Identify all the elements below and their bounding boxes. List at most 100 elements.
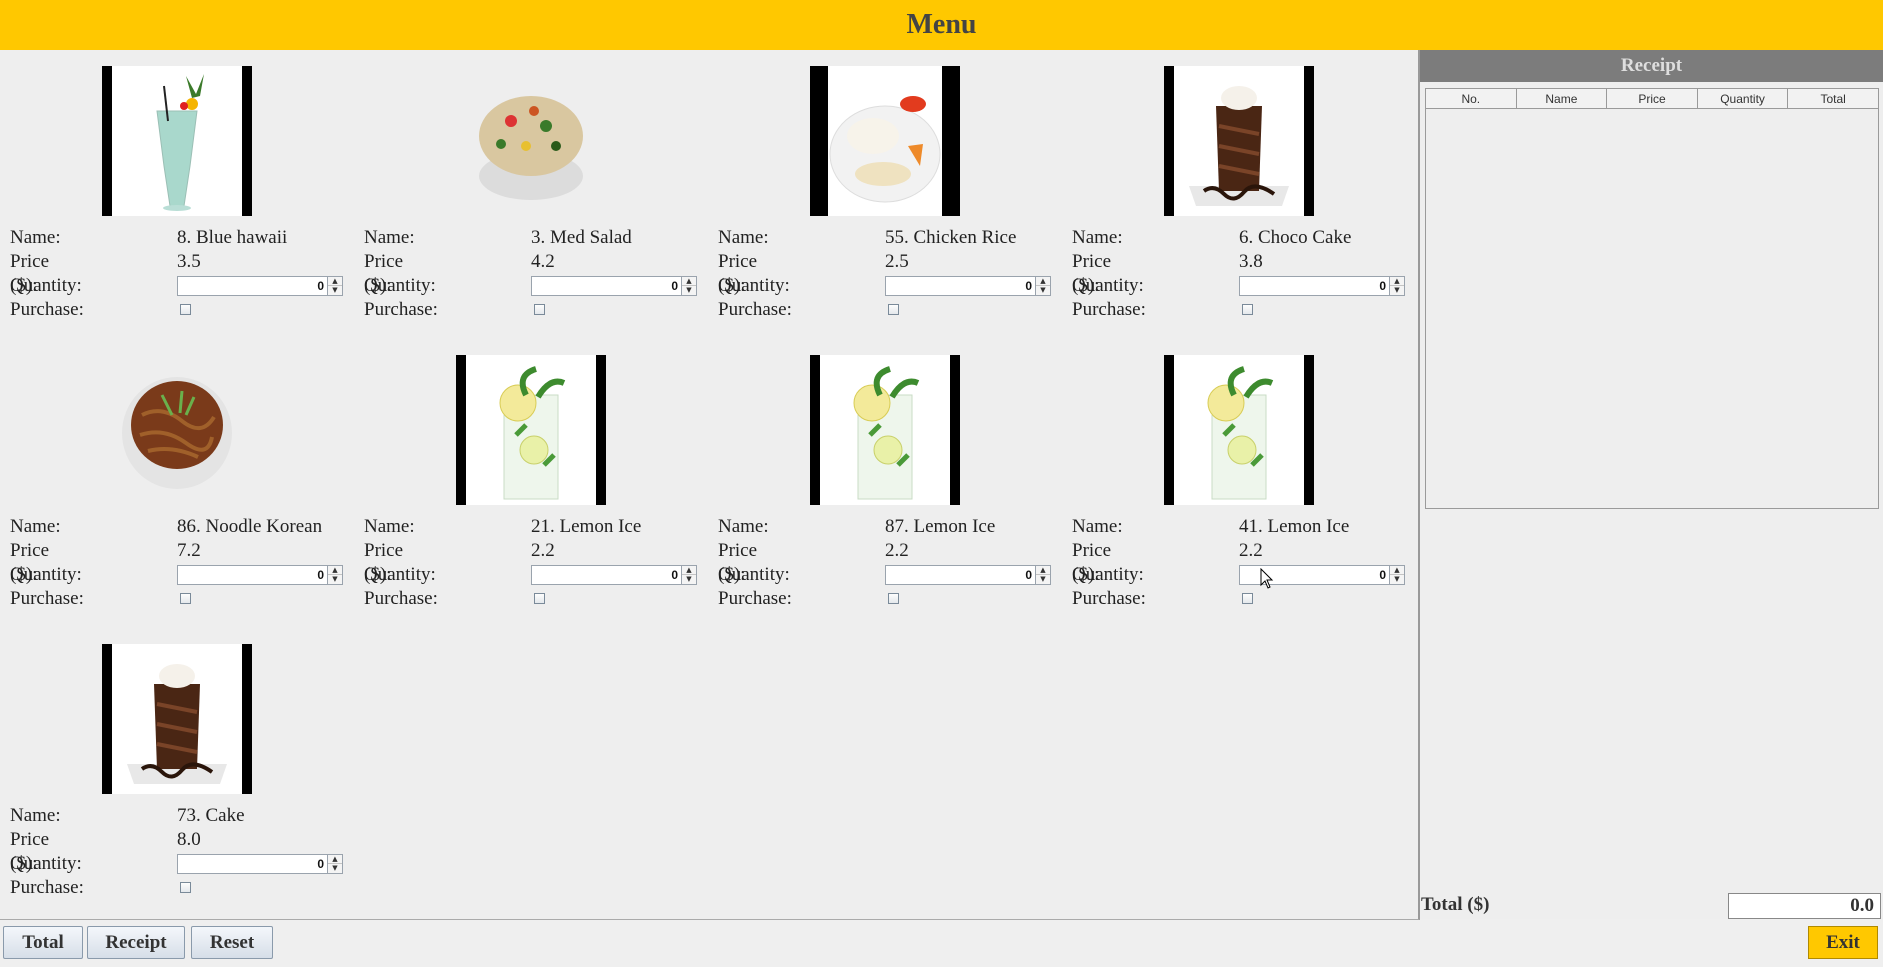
quantity-spinner[interactable]: 0 ▲ ▼ [531, 565, 697, 585]
purchase-checkbox[interactable] [888, 593, 899, 604]
chocolate-cake-slice-image [102, 644, 252, 794]
spinner-down-icon[interactable]: ▼ [328, 864, 342, 873]
purchase-checkbox[interactable] [180, 593, 191, 604]
menu-item: Name: 55. Chicken Rice Price ($): 2.5 Qu… [708, 50, 1062, 330]
item-name: 21. Lemon Ice [531, 516, 642, 537]
quantity-label: Quantity: [718, 564, 790, 585]
quantity-spinner[interactable]: 0 ▲ ▼ [177, 854, 343, 874]
menu-item: Name: 6. Choco Cake Price ($): 3.8 Quant… [1062, 50, 1416, 330]
purchase-checkbox[interactable] [180, 304, 191, 315]
menu-item: Name: 3. Med Salad Price ($): 4.2 Quanti… [354, 50, 708, 330]
purchase-checkbox[interactable] [1242, 304, 1253, 315]
menu-item: Name: 73. Cake Price ($): 8.0 Quantity: … [0, 628, 354, 908]
purchase-checkbox[interactable] [534, 304, 545, 315]
item-price: 2.2 [531, 540, 555, 561]
exit-button[interactable]: Exit [1808, 926, 1878, 959]
quantity-label: Quantity: [1072, 275, 1144, 296]
spinner-down-icon[interactable]: ▼ [1036, 575, 1050, 584]
spinner-down-icon[interactable]: ▼ [328, 575, 342, 584]
quantity-value[interactable]: 0 [1025, 566, 1032, 584]
name-label: Name: [1072, 516, 1123, 537]
purchase-checkbox[interactable] [888, 304, 899, 315]
quantity-value[interactable]: 0 [671, 277, 678, 295]
quantity-value[interactable]: 0 [671, 566, 678, 584]
mouse-cursor-icon [1260, 568, 1274, 589]
spinner-down-icon[interactable]: ▼ [328, 286, 342, 295]
spinner-up-icon[interactable]: ▲ [1036, 277, 1050, 286]
quantity-value[interactable]: 0 [1025, 277, 1032, 295]
item-name: 73. Cake [177, 805, 245, 826]
spinner-down-icon[interactable]: ▼ [1390, 286, 1404, 295]
column-header-price[interactable]: Price [1607, 89, 1698, 109]
quantity-value[interactable]: 0 [1379, 566, 1386, 584]
purchase-label: Purchase: [718, 299, 792, 320]
column-header-name[interactable]: Name [1516, 89, 1608, 109]
lemon-ice-drink-image [456, 355, 606, 505]
purchase-label: Purchase: [364, 299, 438, 320]
item-price: 2.2 [885, 540, 909, 561]
quantity-spinner[interactable]: 0 ▲ ▼ [885, 276, 1051, 296]
quantity-label: Quantity: [364, 564, 436, 585]
column-header-quantity[interactable]: Quantity [1697, 89, 1789, 109]
quantity-spinner[interactable]: 0 ▲ ▼ [1239, 276, 1405, 296]
spinner-down-icon[interactable]: ▼ [1036, 286, 1050, 295]
spinner-up-icon[interactable]: ▲ [1036, 566, 1050, 575]
total-button[interactable]: Total [3, 926, 83, 959]
column-header-no[interactable]: No. [1426, 89, 1517, 109]
reset-button[interactable]: Reset [191, 926, 273, 959]
receipt-button[interactable]: Receipt [87, 926, 185, 959]
name-label: Name: [718, 227, 769, 248]
receipt-table[interactable]: No. Name Price Quantity Total [1425, 88, 1879, 509]
spinner-up-icon[interactable]: ▲ [328, 566, 342, 575]
item-name: 55. Chicken Rice [885, 227, 1017, 248]
purchase-checkbox[interactable] [534, 593, 545, 604]
name-label: Name: [364, 227, 415, 248]
name-label: Name: [364, 516, 415, 537]
purchase-label: Purchase: [718, 588, 792, 609]
quantity-label: Quantity: [1072, 564, 1144, 585]
item-name: 8. Blue hawaii [177, 227, 288, 248]
quantity-spinner[interactable]: 0 ▲ ▼ [177, 565, 343, 585]
total-field[interactable]: 0.0 [1728, 893, 1881, 919]
spinner-down-icon[interactable]: ▼ [682, 575, 696, 584]
item-name: 87. Lemon Ice [885, 516, 996, 537]
quantity-value[interactable]: 0 [317, 855, 324, 873]
quantity-label: Quantity: [10, 275, 82, 296]
column-header-total[interactable]: Total [1788, 89, 1878, 109]
noodle-bowl-image [102, 355, 252, 505]
chocolate-cake-slice-image [1164, 66, 1314, 216]
menu-item: Name: 8. Blue hawaii Price ($): 3.5 Quan… [0, 50, 354, 330]
purchase-label: Purchase: [1072, 299, 1146, 320]
item-price: 3.5 [177, 251, 201, 272]
receipt-panel: Receipt No. Name Price Quantity Total [1420, 50, 1883, 919]
purchase-checkbox[interactable] [180, 882, 191, 893]
purchase-checkbox[interactable] [1242, 593, 1253, 604]
lemon-ice-drink-image [810, 355, 960, 505]
menu-item: Name: 86. Noodle Korean Price ($): 7.2 Q… [0, 339, 354, 619]
purchase-label: Purchase: [10, 299, 84, 320]
name-label: Name: [10, 805, 61, 826]
quantity-spinner[interactable]: 0 ▲ ▼ [177, 276, 343, 296]
spinner-up-icon[interactable]: ▲ [682, 566, 696, 575]
blue-hawaii-drink-image [102, 66, 252, 216]
quantity-value[interactable]: 0 [317, 566, 324, 584]
item-price: 2.5 [885, 251, 909, 272]
quantity-spinner[interactable]: 0 ▲ ▼ [885, 565, 1051, 585]
quantity-value[interactable]: 0 [1379, 277, 1386, 295]
item-name: 6. Choco Cake [1239, 227, 1352, 248]
spinner-down-icon[interactable]: ▼ [1390, 575, 1404, 584]
item-name: 3. Med Salad [531, 227, 632, 248]
spinner-up-icon[interactable]: ▲ [1390, 277, 1404, 286]
spinner-up-icon[interactable]: ▲ [1390, 566, 1404, 575]
name-label: Name: [718, 516, 769, 537]
quantity-value[interactable]: 0 [317, 277, 324, 295]
quantity-spinner[interactable]: 0 ▲ ▼ [531, 276, 697, 296]
spinner-up-icon[interactable]: ▲ [328, 277, 342, 286]
spinner-down-icon[interactable]: ▼ [682, 286, 696, 295]
quantity-label: Quantity: [364, 275, 436, 296]
spinner-up-icon[interactable]: ▲ [682, 277, 696, 286]
item-price: 2.2 [1239, 540, 1263, 561]
menu-panel: Name: 8. Blue hawaii Price ($): 3.5 Quan… [0, 50, 1420, 920]
spinner-up-icon[interactable]: ▲ [328, 855, 342, 864]
receipt-table-header: No. Name Price Quantity Total [1426, 89, 1878, 109]
